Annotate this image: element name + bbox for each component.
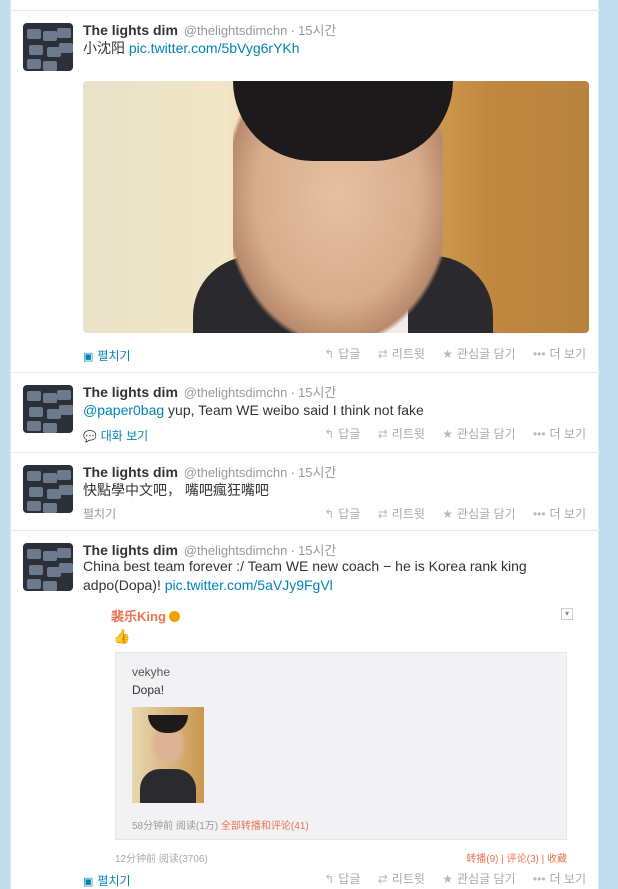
user-name[interactable]: The lights dim xyxy=(83,22,178,38)
tweet-text: @paper0bag yup, Team WE weibo said I thi… xyxy=(83,401,583,420)
retweet-button[interactable]: ⇄ 리트윗 xyxy=(378,507,425,521)
speech-bubble-icon: 💬 xyxy=(83,431,97,443)
more-button[interactable]: ••• 더 보기 xyxy=(533,872,586,886)
weibo-orig-user[interactable]: vekyhe xyxy=(132,665,170,679)
star-icon: ★ xyxy=(442,507,454,521)
user-handle[interactable]: @thelightsdimchn xyxy=(184,385,288,400)
star-icon: ★ xyxy=(442,347,454,361)
tweet-actions: ↰ 답글 ⇄ 리트윗 ★ 관심글 담기 ••• 더 보기 xyxy=(310,870,586,887)
tweet-text: China best team forever :/ Team WE new c… xyxy=(83,557,583,595)
favorite-button[interactable]: ★ 관심글 담기 xyxy=(442,427,515,441)
tweet-actions: ↰ 답글 ⇄ 리트윗 ★ 관심글 담기 ••• 더 보기 xyxy=(310,505,586,522)
expand-link[interactable]: ▣ 펼치기 xyxy=(83,347,131,364)
chevron-down-icon[interactable]: ▾ xyxy=(561,608,573,620)
view-conversation-link[interactable]: 💬 대화 보기 xyxy=(83,427,148,444)
tweet-text: 小沈阳 pic.twitter.com/5bVyg6rYKh xyxy=(83,39,583,58)
reply-button[interactable]: ↰ 답글 xyxy=(324,507,360,521)
favorite-button[interactable]: ★ 관심글 담기 xyxy=(442,507,515,521)
pic-link[interactable]: pic.twitter.com/5aVJy9FgVl xyxy=(165,577,333,593)
reply-icon: ↰ xyxy=(324,427,335,441)
retweet-button[interactable]: ⇄ 리트윗 xyxy=(378,872,425,886)
weibo-orig-text: Dopa! xyxy=(132,683,165,697)
more-icon: ••• xyxy=(532,427,546,441)
tweet-body: 小沈阳 xyxy=(83,40,129,56)
tweet-time[interactable]: 15시간 xyxy=(298,465,336,480)
retweet-icon: ⇄ xyxy=(377,427,388,441)
weibo-footer: 12分钟前 阅读(3706) 转播(9) | 评论(3) | 收藏 xyxy=(115,850,567,865)
avatar[interactable] xyxy=(23,23,73,71)
photo-icon: ▣ xyxy=(83,876,94,888)
expand-label: 펼치기 xyxy=(97,349,131,363)
reply-icon: ↰ xyxy=(324,507,335,521)
user-handle[interactable]: @thelightsdimchn xyxy=(184,23,288,38)
retweet-icon: ⇄ xyxy=(377,872,388,886)
photo-icon: ▣ xyxy=(83,351,94,363)
user-name[interactable]: The lights dim xyxy=(83,542,178,558)
user-handle[interactable]: @thelightsdimchn xyxy=(184,543,288,558)
more-icon: ••• xyxy=(532,347,546,361)
tweet-body-line1: China best team forever :/ Team WE new c… xyxy=(83,558,527,574)
pic-link[interactable]: pic.twitter.com/5bVyg6rYKh xyxy=(129,40,300,56)
tweet-actions: ↰ 답글 ⇄ 리트윗 ★ 관심글 담기 ••• 더 보기 xyxy=(310,345,586,362)
timeline-panel: The lights dim @thelightsdimchn · 15시간 小沈阳… xyxy=(10,0,600,889)
expand-link[interactable]: 펼치기 xyxy=(83,505,116,522)
more-button[interactable]: ••• 더 보기 xyxy=(533,427,586,441)
more-icon: ••• xyxy=(532,507,546,521)
avatar[interactable] xyxy=(23,385,73,433)
expand-label: 펼치기 xyxy=(97,874,131,888)
tweet-header: The lights dim @thelightsdimchn · 15시간 xyxy=(83,464,337,480)
reply-button[interactable]: ↰ 답글 xyxy=(324,872,360,886)
weibo-footer-actions[interactable]: 转播(9) | 评论(3) | 收藏 xyxy=(466,850,567,865)
mention-link[interactable]: @paper0bag xyxy=(83,402,164,418)
tweet[interactable]: The lights dim @thelightsdimchn · 15시간 快點學… xyxy=(11,452,600,530)
more-icon: ••• xyxy=(532,872,546,886)
thumbs-up-icon: 👍 xyxy=(113,628,131,644)
tweet-time[interactable]: 15시간 xyxy=(298,23,336,38)
reply-button[interactable]: ↰ 답글 xyxy=(324,347,360,361)
tweet-header: The lights dim @thelightsdimchn · 15시간 xyxy=(83,384,337,400)
star-icon: ★ xyxy=(442,872,454,886)
reply-button[interactable]: ↰ 답글 xyxy=(324,427,360,441)
favorite-button[interactable]: ★ 관심글 담기 xyxy=(442,872,515,886)
tweet-time[interactable]: 15시간 xyxy=(298,543,336,558)
weibo-embed[interactable]: 裴乐King 👍 ▾ vekyhe Dopa! 58分钟前 阅读(1万) 全部转… xyxy=(103,594,577,865)
user-handle[interactable]: @thelightsdimchn xyxy=(184,465,288,480)
retweet-icon: ⇄ xyxy=(377,507,388,521)
weibo-quoted-post: vekyhe Dopa! 58分钟前 阅读(1万) 全部转播和评论(41) xyxy=(115,652,567,840)
reply-icon: ↰ xyxy=(324,347,335,361)
tweet-photo[interactable] xyxy=(83,81,589,333)
tweet[interactable]: The lights dim @thelightsdimchn · 15시간 小沈阳… xyxy=(11,10,600,372)
tweet-header: The lights dim @thelightsdimchn · 15시간 xyxy=(83,22,337,38)
star-icon: ★ xyxy=(442,427,454,441)
more-button[interactable]: ••• 더 보기 xyxy=(533,347,586,361)
weibo-meta: 58分钟前 阅读(1万) 全部转播和评论(41) xyxy=(132,821,309,832)
retweet-button[interactable]: ⇄ 리트윗 xyxy=(378,347,425,361)
avatar[interactable] xyxy=(23,465,73,513)
tweet-body: yup, Team WE weibo said I think not fake xyxy=(164,402,424,418)
verified-badge-icon xyxy=(168,611,180,622)
expand-link[interactable]: ▣ 펼치기 xyxy=(83,872,131,889)
tweet-body-line2: adpo(Dopa)! xyxy=(83,577,165,593)
weibo-thumbnail[interactable] xyxy=(132,707,204,803)
tweet-actions: ↰ 답글 ⇄ 리트윗 ★ 관심글 담기 ••• 더 보기 xyxy=(310,425,586,442)
tweet-time[interactable]: 15시간 xyxy=(298,385,336,400)
retweet-button[interactable]: ⇄ 리트윗 xyxy=(378,427,425,441)
weibo-all-comments-link[interactable]: 全部转播和评论(41) xyxy=(221,821,309,832)
avatar[interactable] xyxy=(23,543,73,591)
expand-label: 대화 보기 xyxy=(100,429,149,443)
weibo-user[interactable]: 裴乐King xyxy=(111,606,180,625)
more-button[interactable]: ••• 더 보기 xyxy=(533,507,586,521)
favorite-button[interactable]: ★ 관심글 담기 xyxy=(442,347,515,361)
retweet-icon: ⇄ xyxy=(377,347,388,361)
tweet-text: 快點學中文吧， 嘴吧瘋狂嘴吧 xyxy=(83,482,269,498)
tweet[interactable]: The lights dim @thelightsdimchn · 15시간 @pa… xyxy=(11,372,600,452)
user-name[interactable]: The lights dim xyxy=(83,384,178,400)
user-name[interactable]: The lights dim xyxy=(83,464,178,480)
reply-icon: ↰ xyxy=(324,872,335,886)
